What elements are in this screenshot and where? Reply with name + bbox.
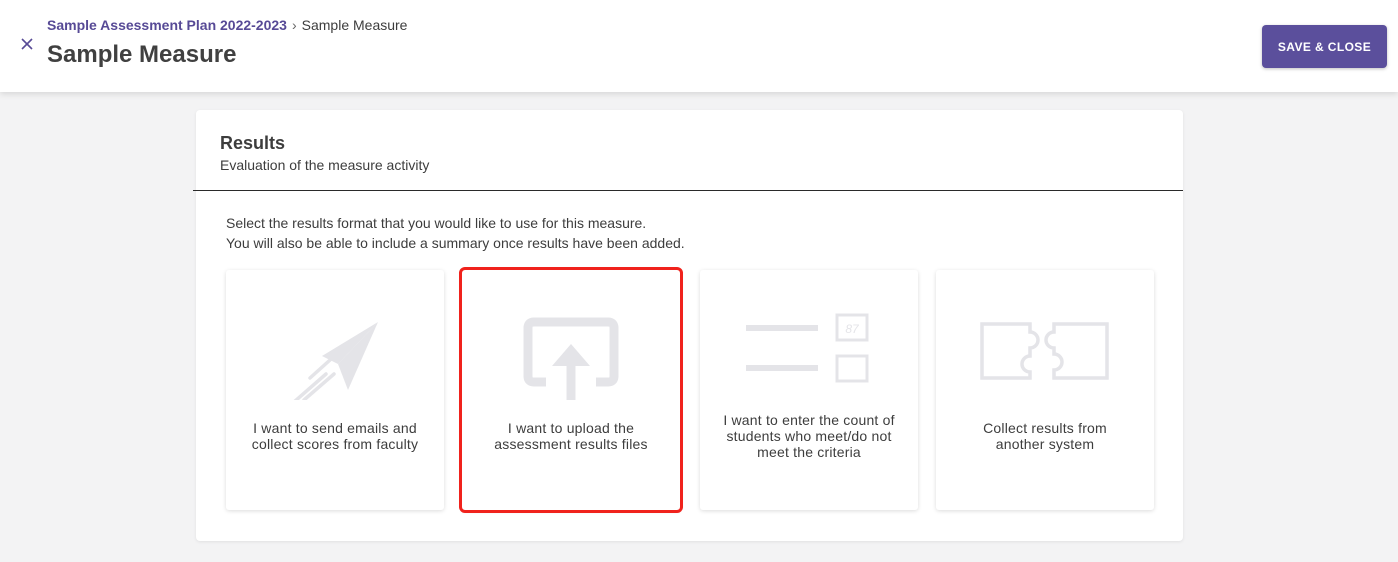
results-card: Results Evaluation of the measure activi… [193, 110, 1183, 541]
close-icon[interactable] [18, 35, 36, 53]
breadcrumb-separator: › [291, 17, 297, 33]
option-label-line: meet the criteria [757, 444, 861, 460]
count-value-text: 87 [845, 322, 860, 336]
option-upload-files-label: I want to upload the assessment results … [472, 420, 670, 452]
option-label-line: another system [995, 436, 1095, 452]
breadcrumb-parent-link[interactable]: Sample Assessment Plan 2022-2023 [47, 17, 287, 33]
option-label-line: assessment results files [494, 436, 648, 452]
option-label-line: I want to upload the [507, 420, 635, 436]
option-label-line: Collect results from [983, 420, 1107, 436]
count-entry-icon: 87 [746, 313, 869, 383]
top-bar: Sample Assessment Plan 2022-2023 › Sample … [0, 0, 1398, 92]
option-send-emails[interactable]: I want to send emails and collect scores… [226, 270, 444, 510]
upload-icon [523, 317, 619, 400]
paper-plane-icon [293, 322, 378, 400]
option-label-line: collect scores from faculty [251, 436, 419, 452]
results-title: Results [220, 133, 286, 153]
instruction-line-2: You will also be able to include a summa… [226, 235, 685, 251]
option-enter-count[interactable]: 87 I want to enter the count of students… [700, 270, 918, 510]
option-another-system-label: Collect results from another system [946, 420, 1144, 452]
breadcrumb: Sample Assessment Plan 2022-2023 › Sample … [47, 17, 407, 33]
puzzle-icon [980, 322, 1109, 380]
results-divider [193, 190, 1183, 191]
option-label-line: I want to send emails and [253, 420, 417, 436]
option-upload-files[interactable]: I want to upload the assessment results … [459, 267, 683, 513]
option-label-line: I want to enter the count of [723, 412, 895, 428]
results-subtitle: Evaluation of the measure activity [220, 157, 430, 173]
page-title: Sample Measure [47, 41, 237, 68]
option-enter-count-label: I want to enter the count of students wh… [710, 412, 908, 460]
save-and-close-button[interactable]: SAVE & CLOSE [1262, 25, 1387, 68]
results-instructions: Select the results format that you would… [226, 213, 685, 253]
instruction-line-1: Select the results format that you would… [226, 215, 647, 231]
breadcrumb-current: Sample Measure [301, 17, 408, 33]
option-another-system[interactable]: Collect results from another system [936, 270, 1154, 510]
option-send-emails-label: I want to send emails and collect scores… [236, 420, 434, 452]
option-label-line: students who meet/do not [726, 428, 892, 444]
